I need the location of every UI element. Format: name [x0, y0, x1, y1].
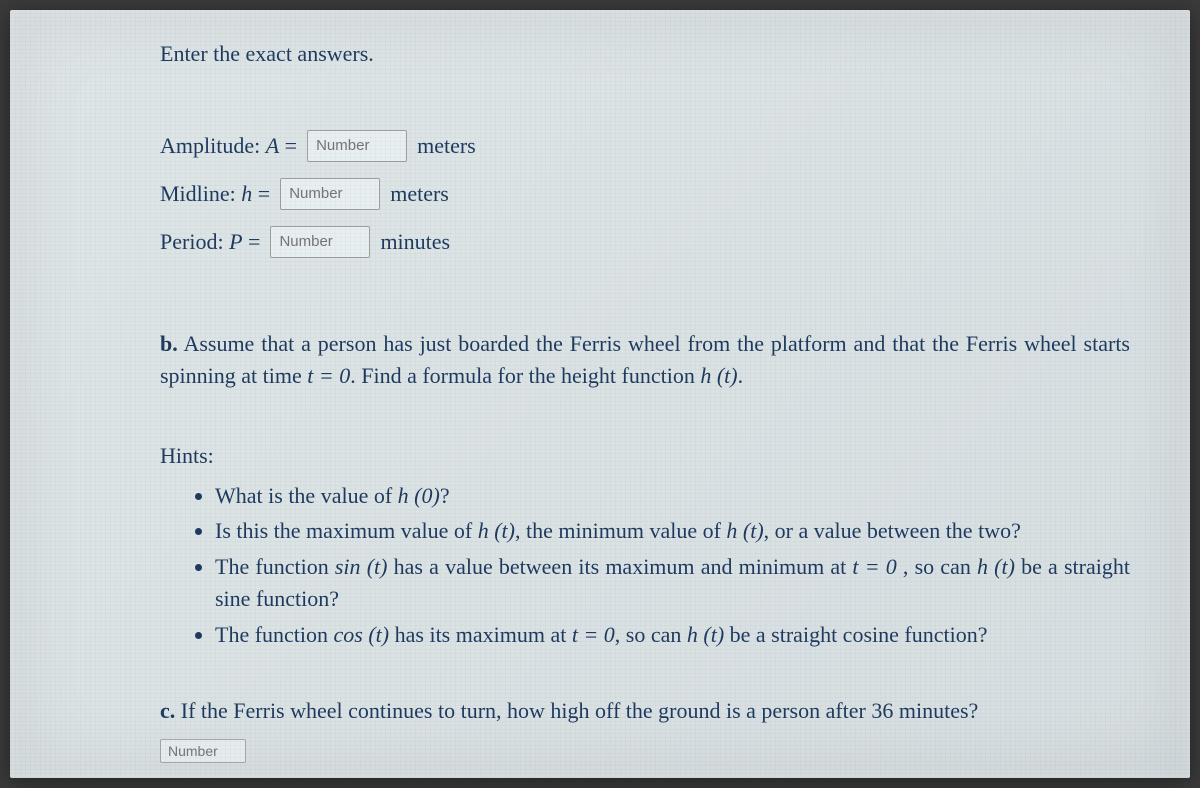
hint-1-a: What is the value of [215, 483, 398, 508]
midline-label: Midline: h = [160, 178, 270, 210]
amplitude-equals: = [279, 133, 297, 158]
period-unit: minutes [380, 226, 450, 258]
hint-3-d: t = 0 [852, 554, 896, 579]
hint-4: The function cos (t) has its maximum at … [215, 619, 1130, 651]
period-row: Period: P = minutes [160, 226, 1130, 258]
part-b-text-2: . Find a formula for the height function [350, 363, 700, 388]
question-page: Enter the exact answers. Amplitude: A = … [10, 10, 1190, 778]
period-equals: = [243, 229, 261, 254]
hint-4-f: h (t) [687, 622, 724, 647]
hint-2-b: h (t) [478, 518, 515, 543]
midline-input[interactable] [280, 178, 380, 210]
part-b-letter: b. [160, 331, 178, 356]
hint-4-c: has its maximum at [389, 622, 572, 647]
amplitude-unit: meters [417, 130, 476, 162]
part-c-text-row: c. If the Ferris wheel continues to turn… [160, 695, 1130, 727]
midline-unit: meters [390, 178, 449, 210]
period-label-prefix: Period: [160, 229, 229, 254]
hint-2-e: , or a value between the two? [764, 518, 1021, 543]
hint-4-a: The function [215, 622, 334, 647]
part-c-input-row [160, 733, 1130, 765]
amplitude-var: A [266, 133, 279, 158]
part-c-letter: c. [160, 698, 175, 723]
hint-1: What is the value of h (0)? [215, 480, 1130, 512]
hint-2: Is this the maximum value of h (t), the … [215, 515, 1130, 547]
part-c: c. If the Ferris wheel continues to turn… [160, 695, 1130, 765]
part-c-input[interactable] [160, 739, 246, 763]
amplitude-label: Amplitude: A = [160, 130, 297, 162]
hint-2-a: Is this the maximum value of [215, 518, 478, 543]
hint-3: The function sin (t) has a value between… [215, 551, 1130, 615]
hint-3-e: , so can [897, 554, 977, 579]
part-b-t0: t = 0 [307, 363, 350, 388]
hint-4-g: be a straight cosine function? [724, 622, 987, 647]
period-var: P [229, 229, 242, 254]
instruction-text: Enter the exact answers. [160, 38, 1130, 70]
amplitude-label-prefix: Amplitude: [160, 133, 266, 158]
part-b: b. Assume that a person has just boarded… [160, 328, 1130, 392]
hint-4-e: , so can [615, 622, 687, 647]
period-input[interactable] [270, 226, 370, 258]
hint-2-d: h (t) [726, 518, 763, 543]
hint-3-a: The function [215, 554, 335, 579]
part-b-ht: h (t) [700, 363, 737, 388]
amplitude-row: Amplitude: A = meters [160, 130, 1130, 162]
hint-4-b: cos (t) [334, 622, 390, 647]
hint-4-d: t = 0 [572, 622, 615, 647]
midline-row: Midline: h = meters [160, 178, 1130, 210]
amplitude-input[interactable] [307, 130, 407, 162]
part-b-text-3: . [738, 363, 744, 388]
period-label: Period: P = [160, 226, 260, 258]
part-c-text: If the Ferris wheel continues to turn, h… [175, 698, 978, 723]
midline-label-prefix: Midline: [160, 181, 241, 206]
hints-list: What is the value of h (0)? Is this the … [160, 480, 1130, 651]
hint-1-c: ? [440, 483, 450, 508]
hints-label: Hints: [160, 440, 1130, 472]
hint-3-f: h (t) [977, 554, 1015, 579]
midline-var: h [241, 181, 252, 206]
hint-2-c: , the minimum value of [515, 518, 726, 543]
midline-equals: = [252, 181, 270, 206]
hint-1-b: h (0) [398, 483, 440, 508]
hint-3-b: sin (t) [335, 554, 388, 579]
hint-3-c: has a value between its maximum and mini… [387, 554, 852, 579]
